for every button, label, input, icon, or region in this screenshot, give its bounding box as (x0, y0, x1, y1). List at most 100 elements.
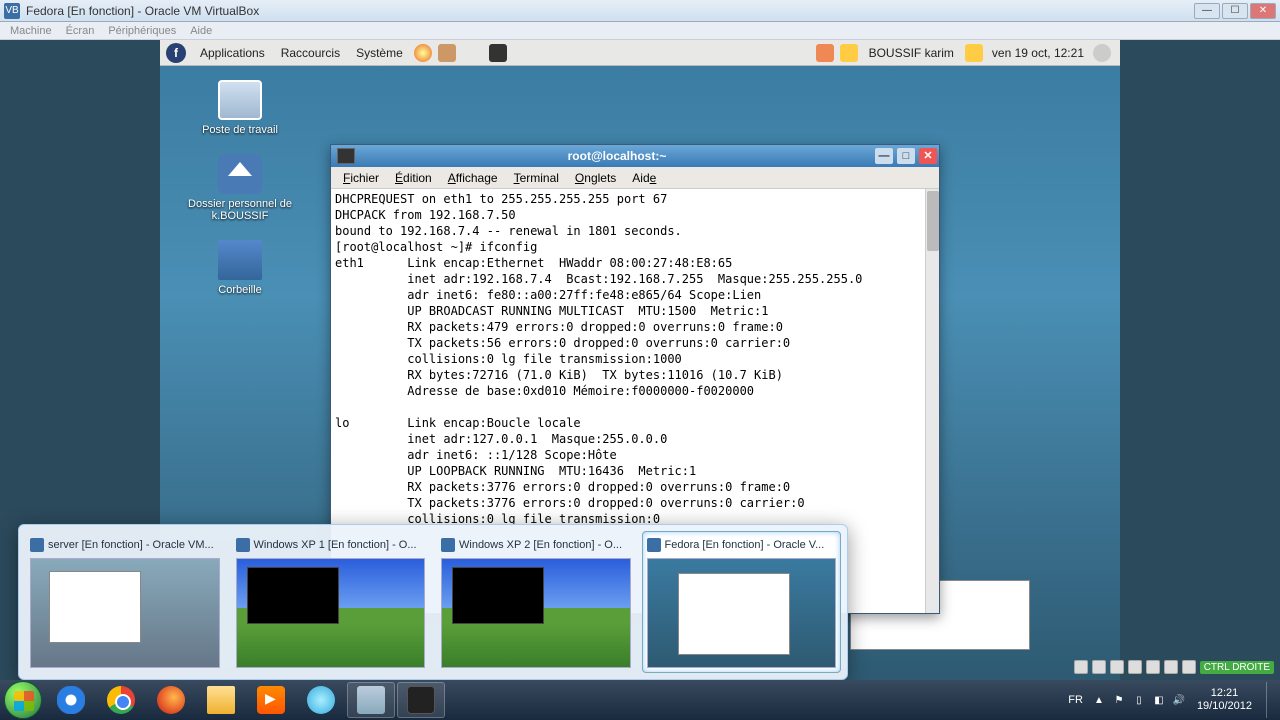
desktop-icon-label: Dossier personnel de k.BOUSSIF (180, 198, 300, 222)
volume-icon[interactable] (1093, 44, 1111, 62)
terminal-menubar: FFichierichier Édition Affichage Termina… (331, 167, 939, 189)
gnome-top-panel: f Applications Raccourcis Système BOUSSI… (160, 40, 1120, 66)
menu-system[interactable]: Système (348, 46, 411, 60)
preview-label: Fedora [En fonction] - Oracle V... (665, 539, 825, 551)
vbox-menu-help[interactable]: Aide (190, 25, 212, 37)
language-indicator[interactable]: FR (1064, 692, 1087, 708)
terminal-launcher-icon[interactable] (489, 44, 507, 62)
vbox-statusbar: CTRL DROITE (1074, 658, 1274, 676)
show-desktop-button[interactable] (1266, 682, 1276, 718)
terminal-maximize-button[interactable]: □ (897, 148, 915, 164)
terminal-close-button[interactable]: ✕ (919, 148, 937, 164)
vbox-menu-machine[interactable]: Machine (10, 25, 52, 37)
terminal-titlebar[interactable]: root@localhost:~ — □ ✕ (331, 145, 939, 167)
vbox-display-icon[interactable] (1164, 660, 1178, 674)
preview-xp2[interactable]: Windows XP 2 [En fonction] - O... (436, 531, 636, 673)
folder-icon (207, 686, 235, 714)
tray-vbox-icon[interactable]: ◧ (1151, 692, 1167, 708)
scrollbar-thumb[interactable] (927, 191, 939, 251)
media-player-icon (257, 686, 285, 714)
preview-label: Windows XP 1 [En fonction] - O... (254, 539, 417, 551)
vbox-vm-icon (30, 538, 44, 552)
vbox-vm-icon (441, 538, 455, 552)
tray-volume-icon[interactable]: 🔊 (1171, 692, 1187, 708)
terminal-menu-edit[interactable]: Édition (389, 171, 438, 185)
taskbar-console[interactable] (397, 682, 445, 718)
desktop-icon-label: Corbeille (180, 284, 300, 296)
vbox-cd-icon[interactable] (1092, 660, 1106, 674)
vbox-mouse-icon[interactable] (1182, 660, 1196, 674)
preview-thumbnail (441, 558, 631, 668)
menu-applications[interactable]: Applications (192, 46, 273, 60)
update-notifier-icon[interactable] (816, 44, 834, 62)
vbox-usb-icon[interactable] (1128, 660, 1142, 674)
terminal-title: root@localhost:~ (361, 149, 873, 163)
taskbar-wmp[interactable] (247, 682, 295, 718)
maximize-button[interactable]: ☐ (1222, 3, 1248, 19)
menu-places[interactable]: Raccourcis (273, 46, 348, 60)
vbox-app-icon: VB (4, 3, 20, 19)
preview-thumbnail (30, 558, 220, 668)
app-launcher-icon[interactable] (438, 44, 456, 62)
desktop-icon-label: Poste de travail (180, 124, 300, 136)
vbox-titlebar[interactable]: VB Fedora [En fonction] - Oracle VM Virt… (0, 0, 1280, 22)
home-folder-icon (218, 154, 262, 194)
vbox-title: Fedora [En fonction] - Oracle VM Virtual… (26, 4, 259, 18)
desktop-icons: Poste de travail Dossier personnel de k.… (180, 80, 300, 296)
taskbar-firefox[interactable] (147, 682, 195, 718)
messenger-icon (307, 686, 335, 714)
taskbar-chrome[interactable] (97, 682, 145, 718)
desktop-icon-trash[interactable]: Corbeille (180, 240, 300, 296)
desktop-icon-computer[interactable]: Poste de travail (180, 80, 300, 136)
vbox-hostkey-indicator: CTRL DROITE (1200, 661, 1274, 674)
terminal-minimize-button[interactable]: — (875, 148, 893, 164)
chrome-icon (107, 686, 135, 714)
fedora-logo-icon[interactable]: f (166, 43, 186, 63)
tray-overflow-icon[interactable]: ▲ (1091, 692, 1107, 708)
taskbar-previews: server [En fonction] - Oracle VM... Wind… (18, 524, 848, 680)
minimize-button[interactable]: — (1194, 3, 1220, 19)
panel-clock[interactable]: ven 19 oct, 12:21 (992, 46, 1084, 60)
vbox-vm-icon (236, 538, 250, 552)
terminal-menu-help[interactable]: Aide (626, 171, 662, 185)
vbox-menu-devices[interactable]: Périphériques (108, 25, 176, 37)
firefox-launcher-icon[interactable] (414, 44, 432, 62)
taskbar-messenger[interactable] (297, 682, 345, 718)
vbox-menu-screen[interactable]: Écran (66, 25, 95, 37)
terminal-menu-file[interactable]: FFichierichier (337, 171, 385, 185)
preview-thumbnail (647, 558, 837, 668)
taskbar-virtualbox[interactable] (347, 682, 395, 718)
preview-thumbnail (236, 558, 426, 668)
user-menu[interactable]: BOUSSIF karim (861, 46, 962, 60)
terminal-menu-tabs[interactable]: Onglets (569, 171, 622, 185)
trash-icon (218, 240, 262, 280)
taskbar-clock[interactable]: 12:21 19/10/2012 (1191, 687, 1258, 713)
notes-icon[interactable] (965, 44, 983, 62)
preview-server[interactable]: server [En fonction] - Oracle VM... (25, 531, 225, 673)
windows-taskbar: FR ▲ ⚑ ▯ ◧ 🔊 12:21 19/10/2012 (0, 680, 1280, 720)
terminal-scrollbar[interactable] (925, 189, 939, 613)
tray-flag-icon[interactable]: ⚑ (1111, 692, 1127, 708)
vbox-menubar: Machine Écran Périphériques Aide (0, 22, 1280, 40)
vbox-hdd-icon[interactable] (1074, 660, 1088, 674)
terminal-menu-view[interactable]: Affichage (442, 171, 504, 185)
desktop-icon-home[interactable]: Dossier personnel de k.BOUSSIF (180, 154, 300, 222)
vbox-net-icon[interactable] (1110, 660, 1124, 674)
tray-time: 12:21 (1197, 687, 1252, 700)
virtualbox-icon (357, 686, 385, 714)
taskbar-explorer[interactable] (197, 682, 245, 718)
preview-fedora[interactable]: Fedora [En fonction] - Oracle V... (642, 531, 842, 673)
security-notifier-icon[interactable] (840, 44, 858, 62)
console-icon (407, 686, 435, 714)
close-button[interactable]: ✕ (1250, 3, 1276, 19)
preview-xp1[interactable]: Windows XP 1 [En fonction] - O... (231, 531, 431, 673)
start-button[interactable] (4, 681, 42, 719)
preview-label: Windows XP 2 [En fonction] - O... (459, 539, 622, 551)
tray-network-icon[interactable]: ▯ (1131, 692, 1147, 708)
vbox-shared-icon[interactable] (1146, 660, 1160, 674)
taskbar-ie[interactable] (47, 682, 95, 718)
preview-label: server [En fonction] - Oracle VM... (48, 539, 214, 551)
terminal-menu-terminal[interactable]: Terminal (508, 171, 565, 185)
vbox-vm-icon (647, 538, 661, 552)
terminal-icon (337, 148, 355, 164)
